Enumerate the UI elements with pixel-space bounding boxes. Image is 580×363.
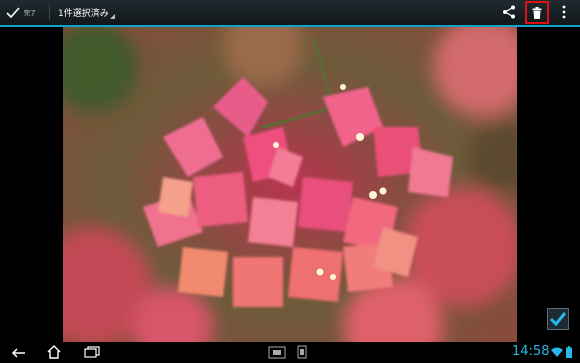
navigation-bar bbox=[0, 342, 580, 363]
check-icon bbox=[6, 6, 20, 18]
back-icon[interactable] bbox=[11, 347, 27, 359]
divider bbox=[49, 5, 50, 20]
battery-icon bbox=[566, 346, 572, 358]
photo[interactable] bbox=[63, 27, 517, 342]
clock: 14:58 bbox=[512, 344, 550, 359]
checkmark-icon bbox=[549, 312, 567, 327]
action-bar: 完了 1件選択済み bbox=[0, 0, 580, 27]
share-icon[interactable] bbox=[502, 5, 516, 19]
delete-button[interactable] bbox=[525, 1, 549, 24]
bougainvillea-photo bbox=[63, 27, 517, 342]
selection-count-label: 1件選択済み bbox=[58, 9, 109, 19]
recent-apps-icon[interactable] bbox=[84, 346, 100, 358]
done-button[interactable]: 完了 bbox=[6, 4, 36, 21]
home-icon[interactable] bbox=[47, 345, 61, 359]
settings-icon[interactable] bbox=[297, 345, 307, 359]
wifi-icon bbox=[551, 347, 563, 357]
selection-checkbox[interactable] bbox=[547, 308, 569, 330]
dropdown-triangle-icon bbox=[110, 14, 115, 19]
overflow-menu-icon[interactable] bbox=[561, 5, 567, 19]
screenshot-icon[interactable] bbox=[268, 346, 286, 359]
trash-icon bbox=[532, 6, 542, 19]
done-label: 完了 bbox=[24, 10, 37, 17]
